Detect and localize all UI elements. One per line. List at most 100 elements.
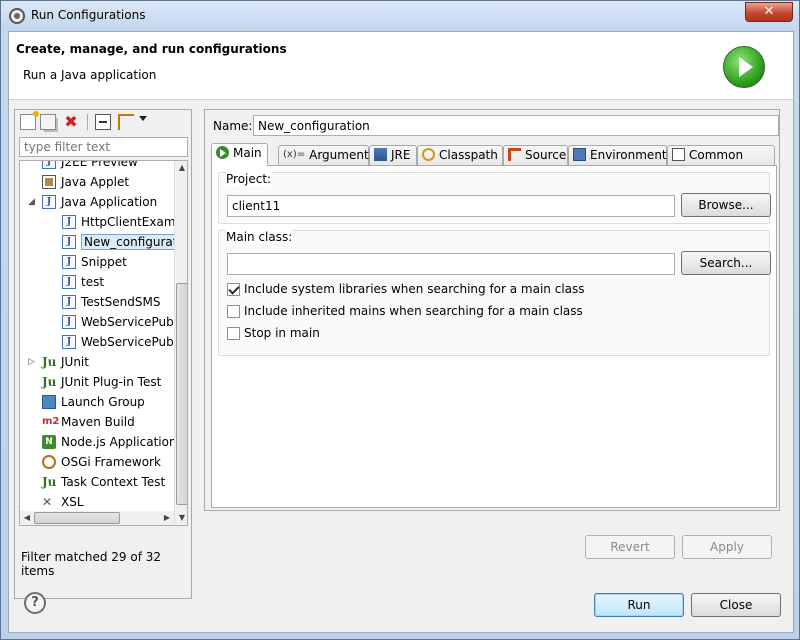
help-icon[interactable]: ? [24, 592, 46, 614]
maven-icon: m2 [42, 415, 60, 427]
tree-item-label: Snippet [81, 255, 127, 269]
duplicate-config-icon[interactable] [40, 114, 56, 130]
horizontal-scroll-thumb[interactable] [34, 512, 120, 524]
tab-jre[interactable]: JRE [369, 145, 417, 165]
scroll-down-icon[interactable]: ▼ [175, 511, 187, 525]
eclipse-icon [9, 8, 25, 24]
name-label: Name: [213, 119, 253, 133]
scroll-right-icon[interactable]: ▶ [160, 511, 174, 525]
tree-item-launch-type[interactable]: ✕ XSL [42, 492, 84, 512]
collapsed-arrow-icon[interactable]: ▷ [28, 352, 35, 372]
tree-item-launch-type[interactable]: Ju Task Context Test [42, 472, 165, 492]
tree-item-label: Java Application [61, 195, 158, 209]
apply-button[interactable]: Apply [682, 535, 772, 559]
java-config-icon: J [62, 314, 76, 329]
tab-environment[interactable]: Environment [568, 145, 667, 165]
tree-item-launch-type[interactable]: m2 Maven Build [42, 412, 135, 432]
new-config-icon[interactable] [20, 111, 39, 130]
environment-tab-icon [573, 148, 586, 161]
classpath-tab-icon [422, 148, 435, 161]
nodejs-icon: N [42, 434, 56, 449]
applet-icon [42, 174, 56, 189]
expanded-arrow-icon[interactable]: ◢ [28, 192, 35, 212]
delete-config-icon[interactable]: ✖ [63, 114, 79, 130]
tree-item-launch-type[interactable]: N Node.js Application [42, 432, 177, 452]
tree-item-launch-type[interactable]: ▷ Ju JUnit [28, 352, 89, 372]
launch-group-icon [42, 394, 56, 409]
main-class-input[interactable] [227, 253, 675, 275]
tree-item-label: Node.js Application [61, 435, 177, 449]
xsl-icon: ✕ [42, 494, 53, 509]
tree-item-label: J2EE Preview [61, 160, 138, 169]
java-config-icon: J [62, 334, 76, 349]
include-system-libraries-checkbox[interactable]: Include system libraries when searching … [227, 281, 647, 299]
checkbox-unchecked[interactable] [227, 327, 240, 340]
stop-in-main-checkbox[interactable]: Stop in main [227, 325, 427, 343]
tree-item-configuration[interactable]: J HttpClientExamp [62, 212, 183, 232]
tree-item-launch-type[interactable]: Java Applet [42, 172, 129, 192]
tree-item-launch-type[interactable]: J J2EE Preview [42, 160, 138, 172]
view-menu-chevron-down-icon[interactable] [139, 116, 147, 121]
configuration-editor-pane: Name: Main (x)=Arguments JRE Classpath S… [204, 109, 780, 511]
tree-item-configuration[interactable]: J WebServicePub [62, 332, 174, 352]
java-app-icon: J [42, 194, 56, 209]
configuration-list-pane: ✖ J J2EE Preview Java Applet ◢ J Java Applica… [14, 109, 192, 599]
tree-vertical-scrollbar[interactable]: ▲ ▼ [174, 161, 187, 525]
tree-item-configuration[interactable]: J WebServicePub [62, 312, 174, 332]
search-button[interactable]: Search... [681, 251, 771, 275]
junit-plugin-icon: Ju [42, 374, 57, 389]
revert-button[interactable]: Revert [585, 535, 675, 559]
j2ee-icon: J [42, 161, 56, 169]
tree-item-launch-type[interactable]: Launch Group [42, 392, 145, 412]
window-close-button[interactable]: ✕ [745, 2, 793, 22]
tree-item-launch-type[interactable]: ◢ J Java Application [28, 192, 158, 212]
collapse-all-icon[interactable] [95, 114, 111, 130]
tree-item-configuration[interactable]: J TestSendSMS [62, 292, 160, 312]
tab-common[interactable]: Common [667, 145, 775, 165]
tree-item-launch-type[interactable]: OSGi Framework [42, 452, 161, 472]
config-toolbar: ✖ [15, 110, 191, 134]
checkbox-unchecked[interactable] [227, 305, 240, 318]
tree-item-label: WebServicePub [81, 335, 174, 349]
java-config-icon: J [62, 274, 76, 289]
tree-item-label: HttpClientExamp [81, 215, 184, 229]
run-button[interactable]: Run [594, 593, 684, 617]
browse-button[interactable]: Browse... [681, 193, 771, 217]
toolbar-separator [87, 114, 88, 130]
tree-horizontal-scrollbar[interactable]: ◀ ▶ [20, 511, 174, 525]
window-title: Run Configurations [31, 8, 146, 22]
tab-main[interactable]: Main [211, 143, 268, 166]
tree-item-configuration[interactable]: J Snippet [62, 252, 127, 272]
tab-source[interactable]: Source [503, 145, 568, 165]
tab-arguments[interactable]: (x)= Arguments [278, 145, 375, 165]
tree-item-label: XSL [61, 495, 84, 509]
tree-item-label: Task Context Test [61, 475, 166, 489]
tree-item-launch-type[interactable]: Ju JUnit Plug-in Test [42, 372, 161, 392]
osgi-icon [42, 454, 56, 469]
tab-classpath[interactable]: Classpath [417, 145, 503, 165]
project-input[interactable] [227, 195, 675, 217]
filter-input[interactable] [19, 137, 188, 157]
scroll-left-icon[interactable]: ◀ [20, 511, 34, 525]
filter-config-icon[interactable] [118, 114, 134, 130]
tree-item-configuration[interactable]: J New_configurat [62, 232, 181, 252]
tree-item-configuration[interactable]: Jtest [62, 272, 104, 292]
dialog-header: Create, manage, and run configurations R… [9, 32, 793, 100]
checkbox-checked[interactable] [227, 283, 240, 296]
scroll-up-icon[interactable]: ▲ [175, 161, 187, 175]
configuration-name-input[interactable] [253, 115, 779, 136]
configuration-tree: J J2EE Preview Java Applet ◢ J Java Applicati… [19, 160, 188, 526]
vertical-scroll-thumb[interactable] [176, 283, 187, 505]
run-banner-icon [723, 46, 765, 88]
close-button[interactable]: Close [691, 593, 781, 617]
junit-icon: Ju [42, 354, 57, 369]
tree-item-label: Maven Build [61, 415, 135, 429]
java-config-icon: J [62, 294, 76, 309]
header-subtitle: Run a Java application [23, 68, 157, 82]
java-config-icon: J [62, 214, 76, 229]
tree-item-label: test [81, 275, 105, 289]
include-inherited-mains-checkbox[interactable]: Include inherited mains when searching f… [227, 303, 647, 321]
jre-tab-icon [374, 148, 387, 161]
title-bar: Run Configurations ✕ [1, 1, 799, 31]
run-configurations-window: Run Configurations ✕ Create, manage, and… [0, 0, 800, 640]
